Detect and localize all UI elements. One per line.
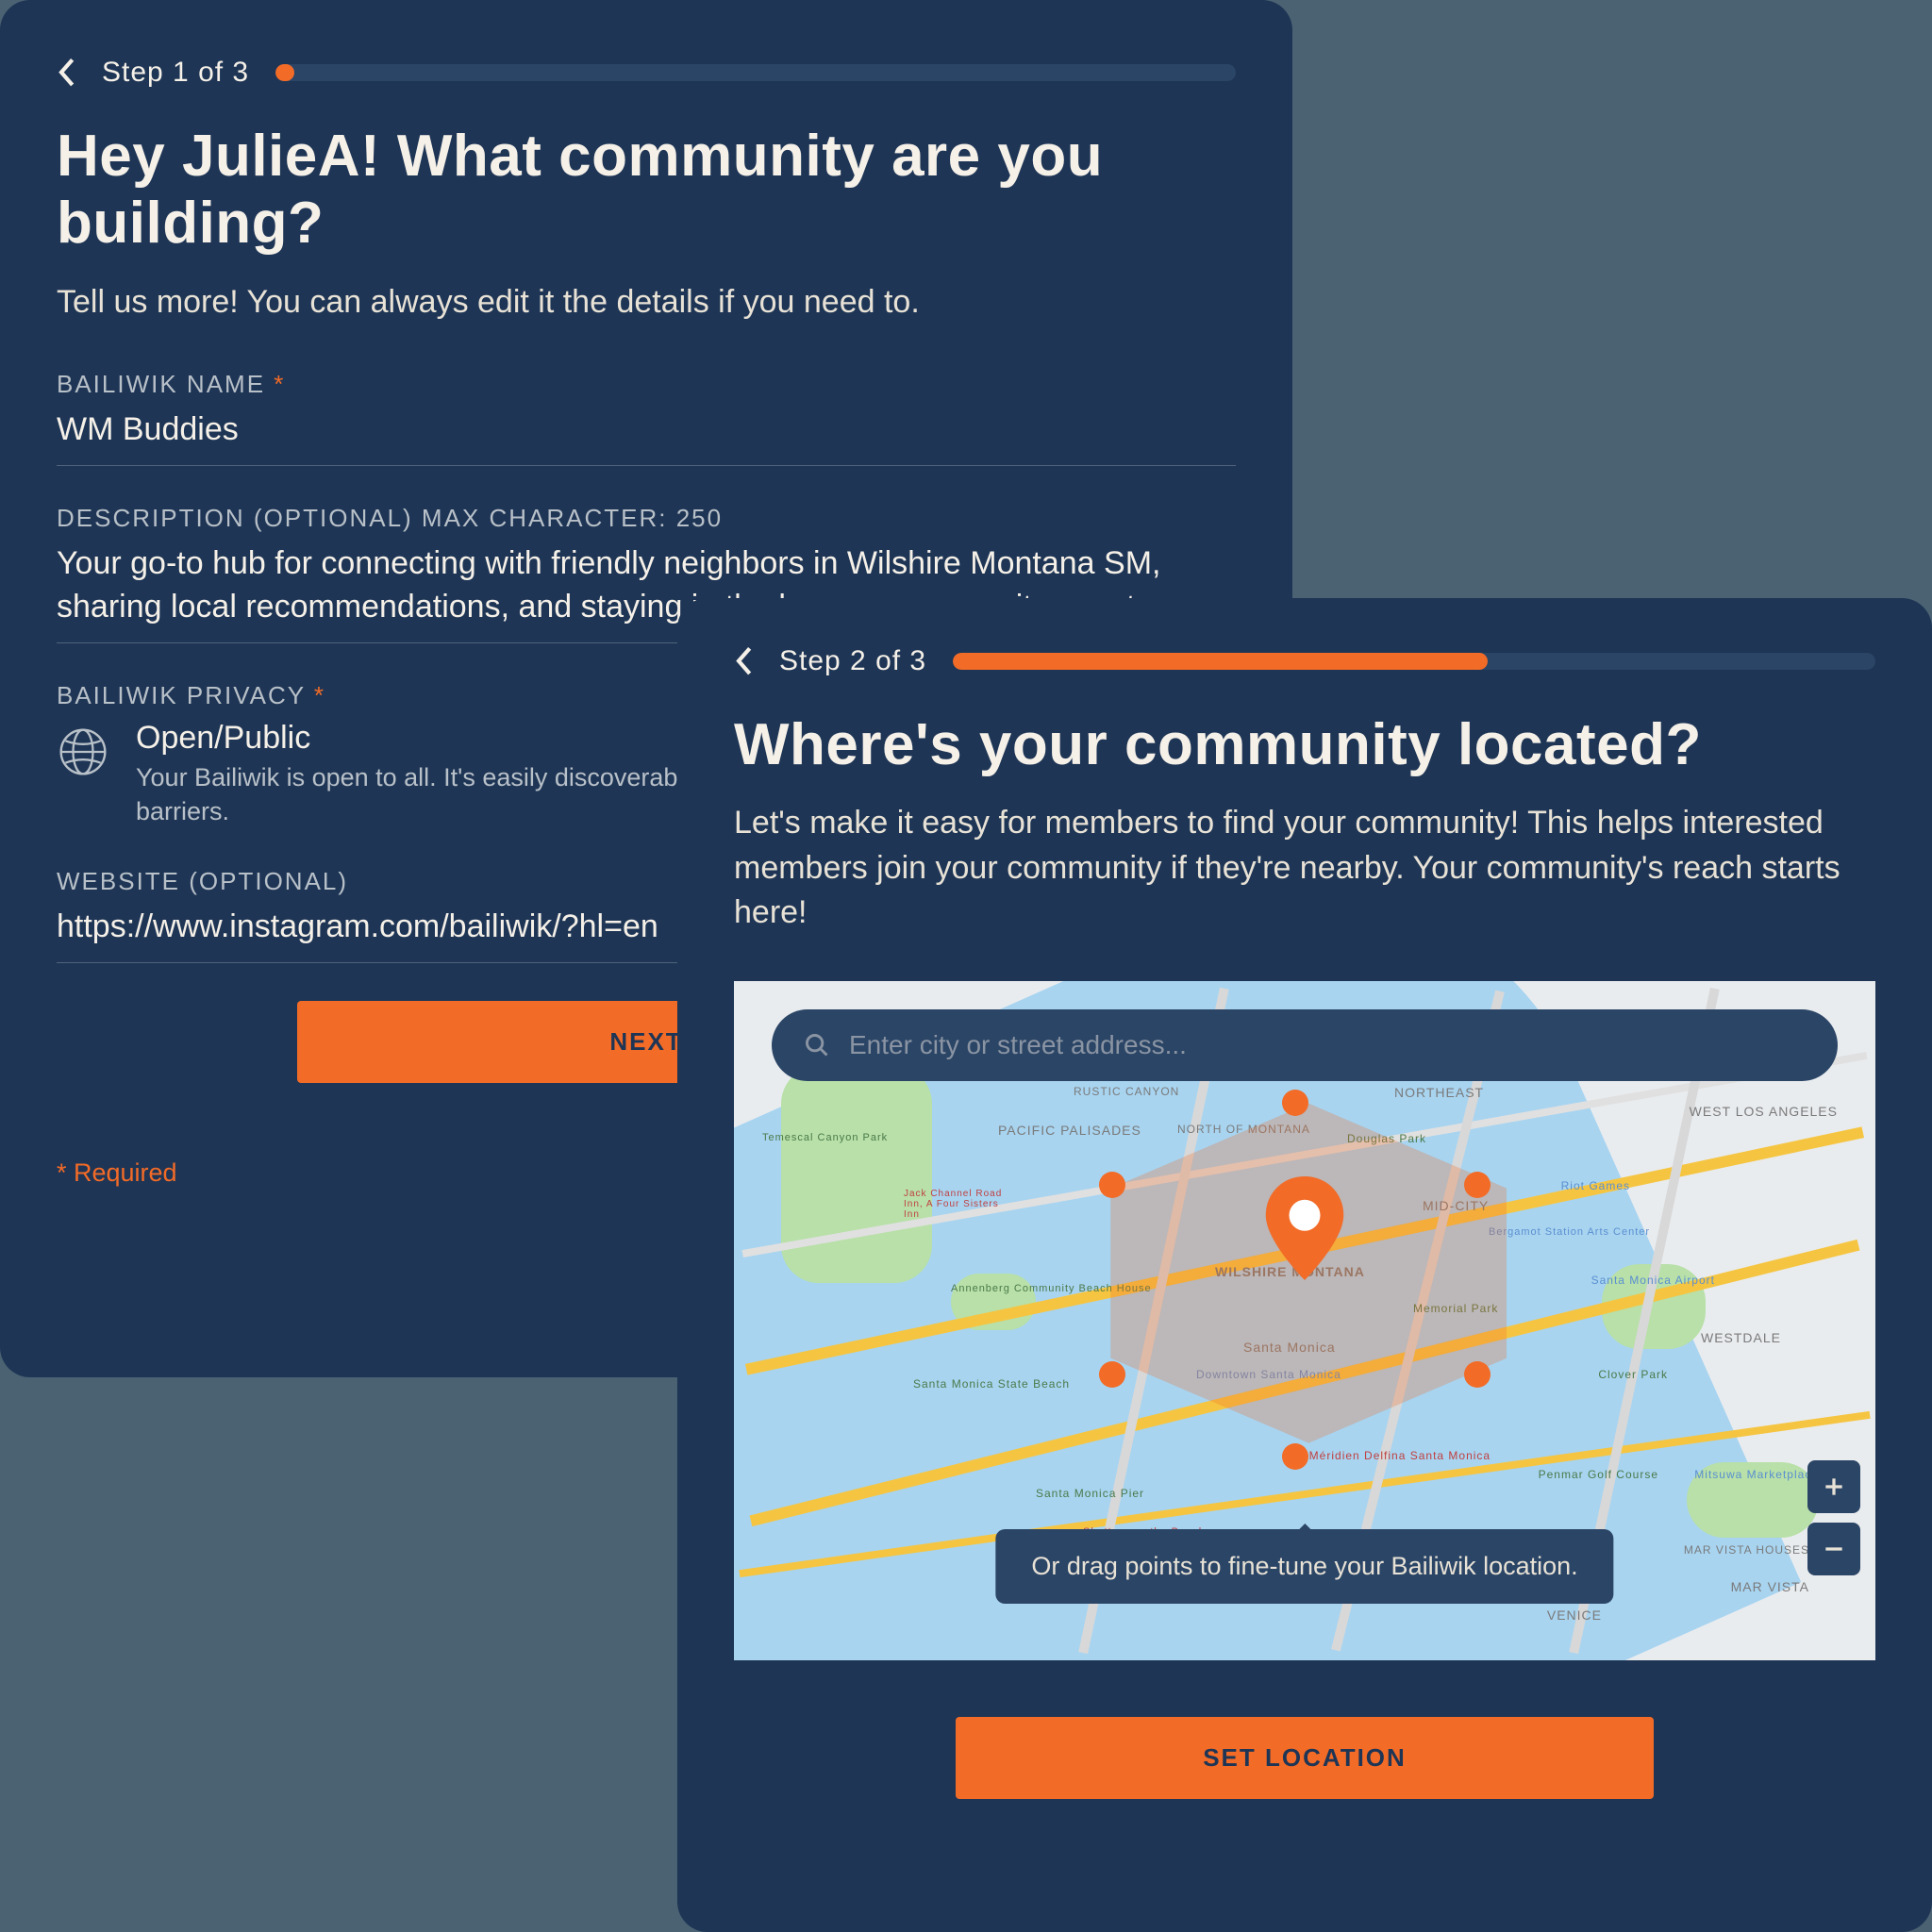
map-label: MAR VISTA HOUSES [1684, 1543, 1809, 1557]
step2-card: Step 2 of 3 Where's your community locat… [677, 598, 1932, 1932]
map-label: Riot Games [1561, 1179, 1630, 1192]
zoom-in-button[interactable] [1807, 1460, 1860, 1513]
search-icon [804, 1032, 830, 1058]
back-button[interactable] [734, 645, 753, 677]
hexagon-handle[interactable] [1282, 1090, 1308, 1116]
description-label: DESCRIPTION (OPTIONAL) MAX CHARACTER: 25… [57, 504, 1236, 533]
globe-icon [57, 725, 109, 778]
map-label: RUSTIC CANYON [1074, 1085, 1179, 1098]
map-label: VENICE [1547, 1607, 1602, 1623]
divider [57, 465, 1236, 466]
map[interactable]: WILSHIRE MONTANA Santa Monica MID-CITY N… [734, 981, 1875, 1660]
minus-icon [1822, 1537, 1846, 1561]
map-label: Penmar Golf Course [1539, 1468, 1658, 1481]
page-title: Where's your community located? [734, 711, 1875, 778]
map-label: Le Méridien Delfina Santa Monica [1291, 1449, 1491, 1462]
map-label: Santa Monica Airport [1591, 1274, 1715, 1287]
progress-bar [275, 64, 1236, 81]
map-label: Jack Channel Road Inn, A Four Sisters In… [904, 1189, 1017, 1220]
step-indicator: Step 2 of 3 [779, 645, 926, 677]
map-label: NORTHEAST [1394, 1085, 1484, 1100]
page-subtitle: Tell us more! You can always edit it the… [57, 280, 1236, 325]
plus-icon [1822, 1474, 1846, 1499]
hexagon-handle[interactable] [1099, 1172, 1125, 1198]
chevron-left-icon [57, 57, 75, 88]
name-field: BAILIWIK NAME * WM Buddies [57, 370, 1236, 466]
page-title: Hey JulieA! What community are you build… [57, 123, 1236, 258]
progress-fill [275, 64, 294, 81]
map-label: WEST LOS ANGELES [1690, 1104, 1838, 1119]
chevron-left-icon [734, 645, 753, 676]
park [781, 1066, 932, 1283]
name-input[interactable]: WM Buddies [57, 408, 1236, 459]
map-label: Clover Park [1598, 1368, 1668, 1381]
map-label: MAR VISTA [1731, 1579, 1809, 1594]
map-label: PACIFIC PALISADES [998, 1123, 1141, 1138]
name-label: BAILIWIK NAME * [57, 370, 1236, 399]
map-label: Santa Monica State Beach [913, 1377, 1070, 1391]
map-label: Mitsuwa Marketplace [1694, 1468, 1819, 1481]
map-search [772, 1009, 1838, 1081]
step-row: Step 1 of 3 [57, 57, 1236, 89]
zoom-controls [1807, 1460, 1860, 1575]
back-button[interactable] [57, 57, 75, 89]
set-location-button[interactable]: SET LOCATION [956, 1717, 1654, 1799]
hexagon-handle[interactable] [1282, 1443, 1308, 1470]
map-label: Bergamot Station Arts Center [1489, 1226, 1650, 1238]
map-label: Temescal Canyon Park [762, 1132, 888, 1143]
page-subtitle: Let's make it easy for members to find y… [734, 801, 1875, 936]
progress-fill [953, 653, 1488, 670]
step-indicator: Step 1 of 3 [102, 57, 249, 89]
progress-bar [953, 653, 1875, 670]
map-tooltip: Or drag points to fine-tune your Bailiwi… [995, 1529, 1613, 1604]
map-label: Santa Monica Pier [1036, 1487, 1144, 1500]
map-search-input[interactable] [849, 1030, 1806, 1060]
hexagon-handle[interactable] [1464, 1172, 1491, 1198]
location-pin-icon[interactable] [1262, 1176, 1347, 1280]
zoom-out-button[interactable] [1807, 1523, 1860, 1575]
map-label: WESTDALE [1701, 1330, 1781, 1345]
step-row: Step 2 of 3 [734, 645, 1875, 677]
